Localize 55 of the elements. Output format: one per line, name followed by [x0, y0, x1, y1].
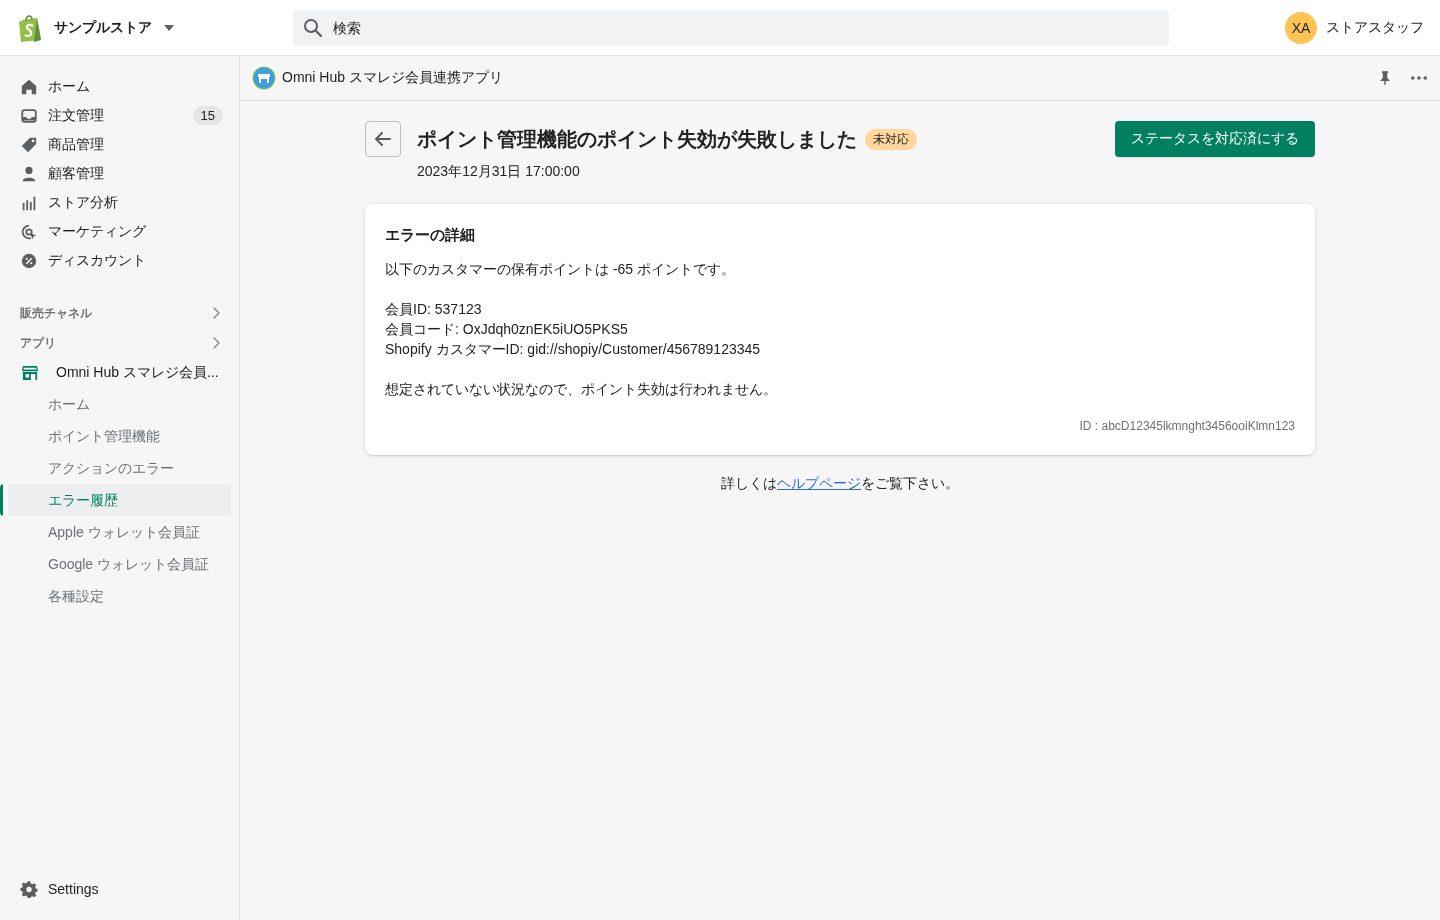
nav-item[interactable]: ストア分析: [20, 193, 118, 212]
sub-nav-item[interactable]: アクションのエラー: [0, 452, 231, 484]
help-page-link[interactable]: ヘルプページ: [777, 475, 861, 491]
house-icon: [20, 77, 38, 96]
target-cursor-icon: [20, 222, 38, 241]
tag-icon: [20, 135, 38, 154]
status-badge: 未対応: [865, 128, 917, 150]
nav-item[interactable]: ホーム: [20, 77, 90, 96]
section-heading: 販売チャネル: [20, 304, 92, 322]
sub-nav-item[interactable]: 各種設定: [0, 580, 231, 612]
timestamp: 2023年12月31日 17:00:00: [417, 163, 581, 181]
nav-item[interactable]: ディスカウント: [20, 251, 146, 270]
store-logo-icon: [252, 66, 276, 90]
error-id: ID : abcD12345lkmnght3456ooiKlmn123: [1078, 419, 1295, 433]
count-badge: 15: [192, 106, 223, 125]
settings-icon: [20, 880, 38, 898]
chevron-right-icon[interactable]: [213, 307, 220, 319]
page-title: ポイント管理機能のポイント失効が失敗しました: [417, 126, 857, 152]
more-options-icon[interactable]: [1411, 76, 1427, 80]
sub-nav-item[interactable]: Apple ウォレット会員証: [0, 516, 231, 548]
arrow-left-icon: [375, 132, 391, 146]
sub-nav-item[interactable]: ホーム: [0, 388, 231, 420]
app-nav-item[interactable]: Omni Hub スマレジ会員...: [0, 358, 231, 388]
detail-text: 会員ID: 537123: [385, 300, 483, 319]
nav-item[interactable]: 注文管理: [20, 106, 104, 125]
settings-nav-item[interactable]: Settings: [0, 874, 231, 904]
detail-text: 会員コード: OxJdqh0znEK5iUO5PKS5: [385, 320, 629, 339]
nav-item[interactable]: 商品管理: [20, 135, 104, 154]
storefront-icon: [21, 365, 39, 381]
avatar-initials[interactable]: XA: [1285, 11, 1317, 44]
detail-text: 以下のカスタマーの保有ポイントは -65 ポイントです。: [385, 260, 736, 279]
inbox-icon: [20, 106, 38, 125]
search-icon: [303, 17, 323, 38]
sub-nav-item[interactable]: エラー履歴: [0, 484, 231, 516]
pin-icon[interactable]: [1379, 69, 1391, 87]
detail-text: 想定されていない状況なので、ポイント失効は行われません。: [385, 380, 778, 399]
back-button[interactable]: [365, 121, 401, 157]
app-title: Omni Hub スマレジ会員連携アプリ: [282, 69, 503, 87]
sub-nav-item[interactable]: ポイント管理機能: [0, 420, 231, 452]
sub-nav-item[interactable]: Google ウォレット会員証: [0, 548, 231, 580]
section-heading: アプリ: [20, 334, 56, 352]
nav-item[interactable]: マーケティング: [20, 222, 146, 241]
discount-badge-icon: [20, 251, 38, 270]
caret-down-icon[interactable]: [164, 24, 174, 31]
store-name[interactable]: サンプルストア: [54, 18, 152, 37]
nav-item[interactable]: 顧客管理: [20, 164, 104, 183]
chevron-right-icon[interactable]: [213, 337, 220, 349]
card-heading: エラーの詳細: [385, 226, 476, 245]
person-icon: [20, 164, 38, 183]
mark-resolved-button[interactable]: ステータスを対応済にする: [1115, 121, 1315, 157]
help-text: 詳しくはヘルプページをご覧下さい。: [720, 475, 960, 493]
detail-text: Shopify カスタマーID: gid://shopiy/Customer/456789123345: [385, 340, 762, 359]
user-name[interactable]: ストアスタッフ: [1326, 18, 1424, 37]
shopping-bag-logo-icon: [18, 12, 44, 43]
search-field[interactable]: 検索: [293, 9, 1169, 46]
